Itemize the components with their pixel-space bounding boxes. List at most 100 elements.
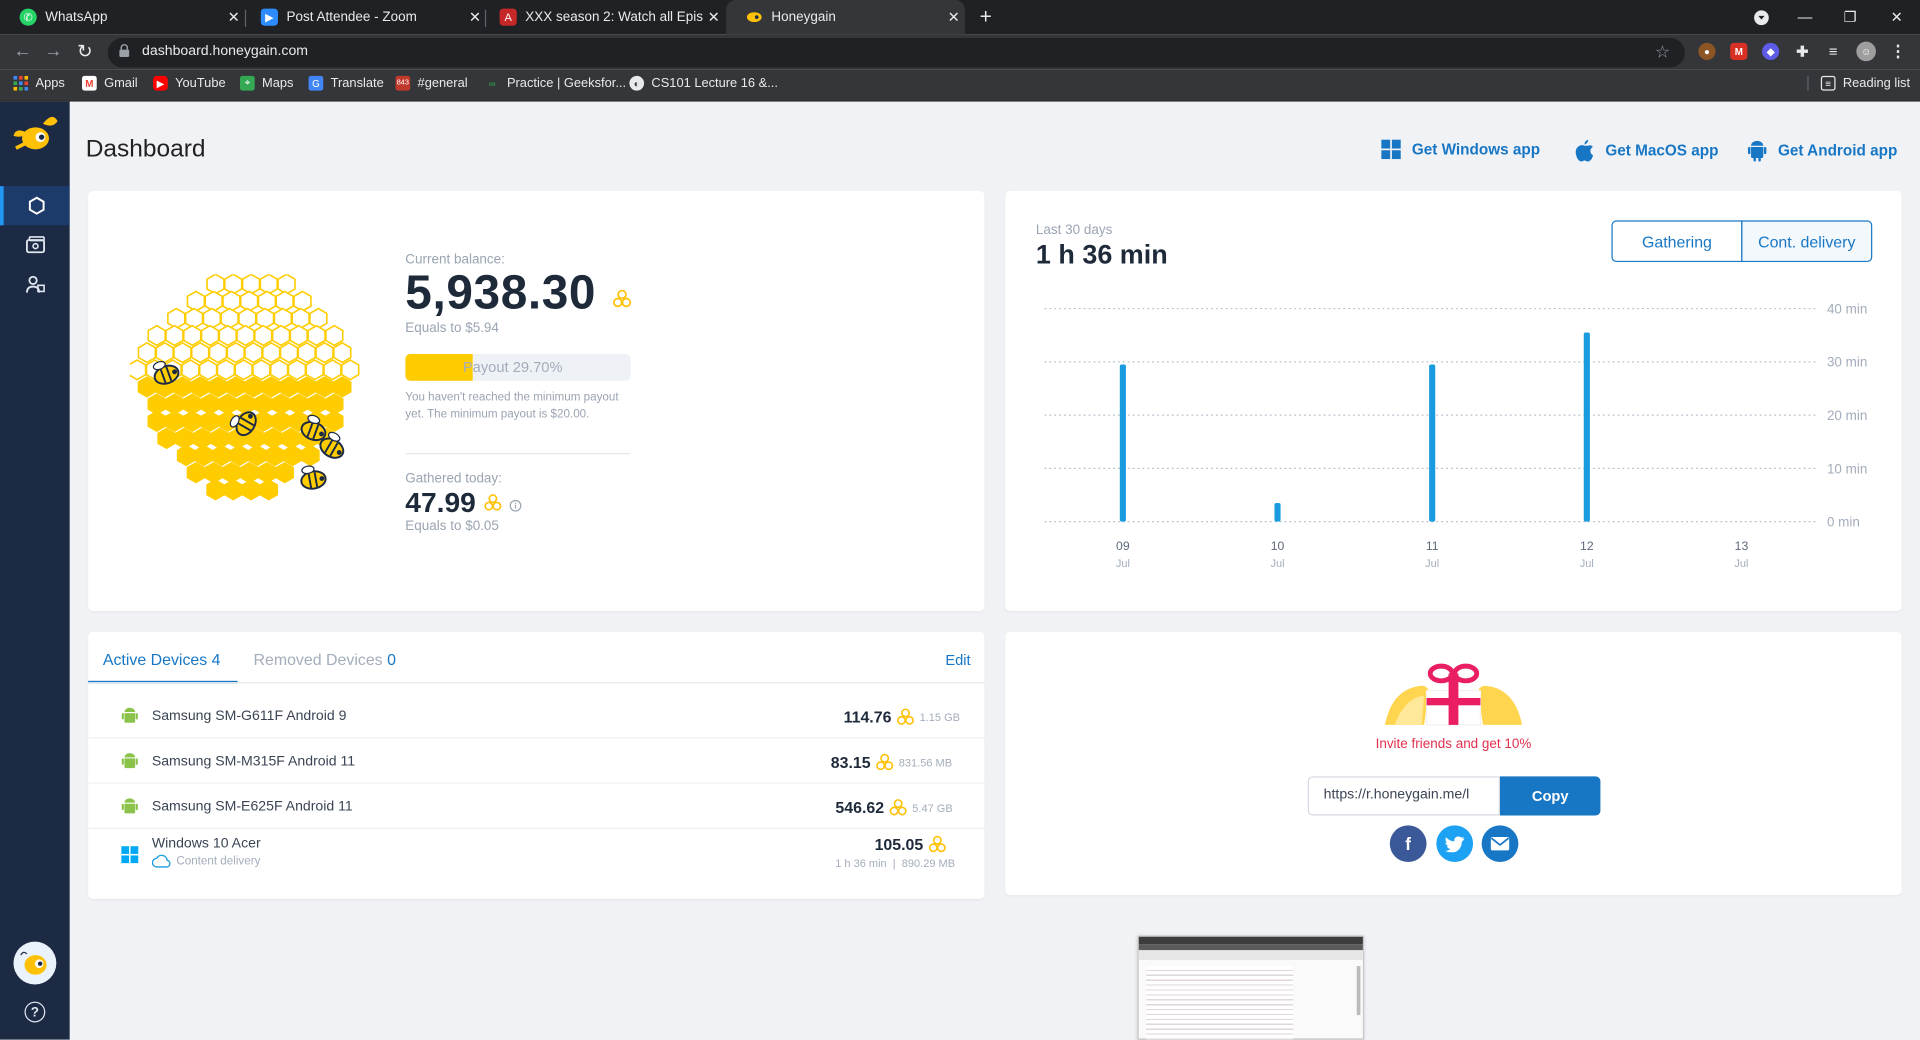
get-android-app-link[interactable]: Get Android app [1747,140,1897,162]
tab-zoom[interactable]: ▶ Post Attendee - Zoom ✕ [241,0,486,34]
honeycomb-cell [257,461,277,484]
device-name: Samsung SM-G611F Android 9 [151,708,347,724]
chart-bar[interactable] [1429,364,1436,522]
honeycomb-cell [291,307,310,330]
zoom-icon: ▶ [260,8,278,26]
bookmark-youtube[interactable]: ▶ YouTube [153,75,226,91]
honeycomb-cell [307,324,326,347]
tab-removed-devices[interactable]: Removed Devices 0 [253,650,395,668]
bookmark-maps[interactable]: ⌖ Maps [240,75,293,91]
device-row[interactable]: Samsung SM-E625F Android 11 546.62 5.47 … [88,784,985,829]
device-earnings: 105.05 [874,835,924,854]
honeycomb-cell [289,324,309,347]
globe-icon: ◐ [629,75,645,91]
bookmark-translate[interactable]: G Translate [308,75,384,91]
honeycomb-cell [184,307,204,330]
bookmark-star-icon[interactable]: ☆ [1655,42,1670,63]
bookmark-geeksforgeeks[interactable]: ∞ Practice | Geeksfor... [485,76,626,91]
device-traffic: 1.15 GB [919,711,961,724]
referral-link-input[interactable]: https://r.honeygain.me/l [1307,776,1501,816]
honeycomb-cell [157,427,176,450]
bookmark-apps[interactable]: Apps [13,75,65,91]
chart-bar[interactable] [1119,364,1126,522]
close-window-button[interactable]: ✕ [1873,0,1920,34]
vpn-extension-icon[interactable]: ◆ [1762,42,1780,61]
honeycomb-cell [277,274,296,295]
gmail-icon: M [82,75,97,91]
honeycomb-cell [261,341,281,364]
bookmark-general[interactable]: 843 #general [395,75,468,91]
menu-kebab-icon[interactable]: ⋮ [1889,42,1906,60]
honeycomb-cell [198,359,218,381]
tab-whatsapp[interactable]: ✆ WhatsApp ✕ [0,0,245,34]
tab-honeygain[interactable]: Honeygain ✕ [726,0,965,35]
cookie-extension-icon[interactable]: ● [1698,42,1716,61]
new-tab-button[interactable]: + [967,0,1004,34]
reload-icon[interactable]: ↻ [77,40,92,63]
site-icon: A [499,8,517,26]
sidebar-item-referrals[interactable] [0,264,70,303]
sidebar-item-wallet[interactable] [0,225,70,264]
chart-bar[interactable] [1583,332,1590,522]
forward-arrow-icon[interactable]: → [44,40,62,61]
avatar[interactable]: ☺ [1856,41,1876,62]
sidebar-item-dashboard[interactable] [0,186,70,226]
honeycomb-cell [192,427,212,450]
minimize-button[interactable]: — [1782,0,1829,34]
slack-icon: 843 [395,75,411,91]
extensions-puzzle-icon[interactable]: ✚ [1794,43,1811,60]
honeycomb-cell [279,376,299,398]
copy-button[interactable]: Copy [1500,776,1601,816]
device-row[interactable]: Windows 10 Acer Content delivery 105.05 … [88,829,984,882]
honeycomb-cell [301,444,320,467]
browser-toolbar: ← → ↻ dashboard.honeygain.com ☆ ● M ◆ ✚ … [0,34,1920,70]
honeycomb-cell [271,324,291,347]
honeycomb-cell [259,479,279,501]
honeygain-logo[interactable] [11,116,60,161]
get-windows-app-link[interactable]: Get Windows app [1381,139,1540,160]
device-row[interactable]: Samsung SM-M315F Android 11 83.15 831.56… [88,738,985,784]
chart-bar[interactable] [1274,502,1281,522]
mega-extension-icon[interactable]: M [1730,42,1748,61]
tab-active-devices[interactable]: Active Devices 4 [103,650,221,668]
reading-mode-icon[interactable]: ≡ [1825,43,1842,60]
range-value: 1 h 36 min [1035,238,1168,270]
honeycomb-cell [204,461,223,484]
close-icon[interactable]: ✕ [708,9,720,26]
screenshot-thumbnail[interactable] [1137,935,1365,1040]
restore-button[interactable]: ❐ [1827,0,1874,34]
avatar[interactable] [13,941,57,985]
email-share-icon[interactable] [1481,825,1519,863]
usage-bar-chart: 40 min 30 min 20 min 10 min 0 min 09 Jul 10 Jul 1… [1044,301,1867,570]
bookmark-gmail[interactable]: M Gmail [82,75,138,91]
android-icon [121,707,138,723]
invite-text: Invite friends and get 10% [1375,737,1532,752]
twitter-share-icon[interactable] [1436,825,1474,863]
edit-devices-link[interactable]: Edit [945,651,970,668]
tab-gathering[interactable]: Gathering [1611,220,1743,263]
close-icon[interactable]: ✕ [948,9,960,26]
honeycomb-cell [236,324,255,347]
bookmark-cs101[interactable]: ◐ CS101 Lecture 16 &... [629,75,778,91]
honeycomb-cell [183,410,202,432]
x-tick-label: 13 [1735,539,1749,553]
help-icon[interactable]: ? [24,1001,46,1023]
honeycomb-cell [202,307,222,330]
profile-menu-icon[interactable] [1738,0,1785,34]
reading-list-button[interactable]: ≡ Reading list [1807,75,1910,91]
facebook-share-icon[interactable]: f [1389,825,1427,863]
close-icon[interactable]: ✕ [228,9,240,26]
address-bar[interactable]: dashboard.honeygain.com ☆ [107,37,1685,68]
honeycoin-icon [897,708,915,725]
tab-episodes[interactable]: A XXX season 2: Watch all Episodes ✕ [480,0,725,34]
tab-content-delivery[interactable]: Cont. delivery [1741,220,1873,263]
back-arrow-icon[interactable]: ← [13,40,31,61]
honeycomb-cell [194,444,214,467]
device-name: Windows 10 Acer [151,836,261,852]
info-icon[interactable] [510,499,522,512]
honeycomb-cell [333,341,352,364]
device-row[interactable]: Samsung SM-G611F Android 9 114.76 1.15 G… [88,693,985,739]
get-macos-app-link[interactable]: Get MacOS app [1575,139,1718,162]
wallet-icon [25,236,45,254]
honeycomb-cell [271,410,291,432]
